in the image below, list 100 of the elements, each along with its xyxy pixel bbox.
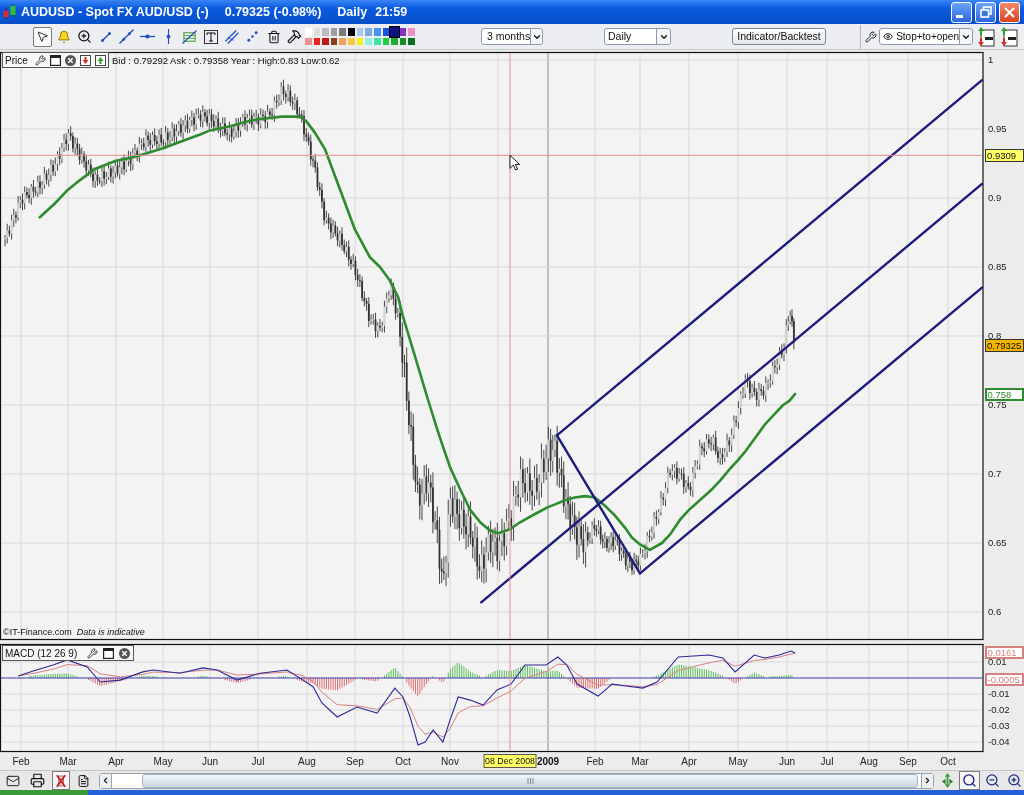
tool-button[interactable] — [33, 26, 52, 47]
axis-label: Sep — [899, 756, 917, 767]
text-icon — [203, 29, 218, 44]
panel-title: MACD (12 26 9) — [5, 646, 78, 661]
fan-lines-icon — [182, 29, 197, 44]
zoom-out-icon — [984, 773, 1000, 788]
tool-button[interactable] — [959, 771, 980, 790]
panel-title: Price — [5, 53, 28, 68]
axis-label: Oct — [940, 756, 956, 767]
value-tag: 0.758 — [985, 388, 1024, 401]
printer-icon — [30, 773, 45, 788]
close-button[interactable] — [999, 1, 1020, 23]
move-arrows-icon — [940, 773, 954, 788]
axis-label: Apr — [681, 756, 697, 767]
chevron-right-icon — [923, 776, 932, 785]
axis-label: -0.01 — [988, 688, 1010, 700]
axis-label: 0.8 — [988, 330, 1002, 341]
cross-icon — [56, 773, 66, 788]
title-quote: 0.79325 (-0.98%) — [224, 3, 322, 21]
axis-label: -0.02 — [988, 704, 1010, 716]
axis-label: Mar — [631, 756, 649, 767]
arrow-up-icon[interactable] — [94, 54, 106, 66]
mail-icon — [6, 773, 20, 788]
horizontal-scrollbar[interactable] — [99, 772, 934, 789]
trash-icon — [266, 29, 281, 44]
date-tag: 08 Dec 2008 — [483, 754, 537, 768]
axis-label: Mar — [59, 756, 77, 767]
value-tag: 0.0161 — [985, 646, 1024, 659]
axis-label: Jun — [778, 756, 796, 767]
document-arrows-icon[interactable] — [1000, 26, 1018, 47]
hammer-icon — [287, 29, 302, 44]
wrench-icon[interactable] — [865, 30, 877, 43]
magnifier-icon — [962, 773, 977, 788]
wrench-icon[interactable] — [87, 647, 99, 659]
tool-button[interactable] — [117, 26, 136, 47]
title-time: 21:59 — [375, 3, 408, 21]
diagonal-line-icon — [119, 29, 134, 44]
axis-label: Jun — [201, 756, 219, 767]
axis-label: May — [153, 756, 173, 767]
scroll-right-button[interactable] — [921, 773, 933, 788]
axis-label: -0.04 — [988, 736, 1010, 748]
line-segment-icon — [100, 31, 111, 42]
mouse-cursor-icon — [509, 154, 521, 171]
value-tag: -0.0005 — [985, 673, 1024, 686]
minimize-icon — [956, 14, 963, 18]
axis-label: 0.9 — [988, 192, 1002, 203]
axis-label: 2009 — [536, 756, 560, 767]
axis-label: 0.7 — [988, 468, 1002, 479]
pitchfork-median-line[interactable] — [480, 182, 984, 604]
restore-icon — [979, 6, 992, 18]
axis-label: -0.03 — [988, 720, 1010, 732]
axis-label: 0.6 — [988, 606, 1002, 617]
color-swatch-icon[interactable] — [389, 26, 400, 38]
pitchfork-base-line[interactable] — [555, 434, 642, 575]
close-icon[interactable] — [119, 647, 131, 659]
close-icon[interactable] — [64, 54, 76, 66]
value-tag: 0.9309 — [985, 149, 1024, 162]
close-icon — [1004, 6, 1015, 18]
chevron-left-icon — [101, 776, 110, 785]
minimize-button[interactable] — [951, 1, 972, 23]
bell-icon — [56, 29, 71, 44]
order-type-select[interactable]: Stop+to+open — [879, 28, 973, 45]
pitchfork-upper-line[interactable] — [555, 79, 984, 437]
axis-label: 0.95 — [988, 123, 1007, 134]
wrench-icon[interactable] — [34, 54, 46, 66]
axis-label: Oct — [395, 756, 411, 767]
eye-icon — [883, 31, 894, 42]
pointer-icon — [36, 30, 49, 43]
value-tag: 0.79325 — [985, 339, 1024, 352]
restore-button[interactable] — [975, 1, 996, 23]
axis-label: Apr — [108, 756, 124, 767]
document-icon — [77, 773, 90, 788]
axis-label: Jul — [251, 756, 265, 767]
axis-label: Jul — [820, 756, 834, 767]
vertical-line-icon — [166, 29, 171, 44]
pitchfork-lower-line[interactable] — [638, 286, 984, 575]
scroll-thumb[interactable] — [142, 773, 918, 788]
axis-label: 0.01 — [988, 656, 1007, 668]
window-icon[interactable] — [49, 54, 61, 66]
interval-select[interactable]: Daily — [604, 28, 671, 45]
document-arrows-icon[interactable] — [977, 26, 995, 47]
axis-label: Feb — [12, 756, 30, 767]
quote-info: Bid : 0.79292 Ask : 0.79358 Year : High:0.83 Low:0.62 — [112, 54, 340, 68]
indicator-button[interactable]: Indicator/Backtest — [732, 28, 826, 45]
candlestick-icon — [2, 4, 18, 20]
axis-label: 0.65 — [988, 537, 1007, 548]
start-button[interactable] — [0, 790, 88, 795]
parallel-lines-icon — [224, 29, 239, 44]
grip-icon — [526, 777, 534, 784]
window-title: AUDUSD - Spot FX AUD/USD (-) — [21, 3, 209, 21]
axis-label: 0.85 — [988, 261, 1007, 272]
scroll-left-button[interactable] — [100, 773, 112, 788]
dotted-line-icon — [247, 31, 258, 42]
title-interval: Daily — [337, 3, 368, 21]
credit-text: ©IT-Finance.com — [3, 625, 72, 639]
axis-label: 0.75 — [988, 399, 1007, 410]
window-icon[interactable] — [103, 647, 115, 659]
arrow-down-icon[interactable] — [79, 54, 91, 66]
period-select[interactable]: 3 months — [481, 28, 543, 45]
disclaimer-text: Data is indicative — [76, 625, 145, 639]
